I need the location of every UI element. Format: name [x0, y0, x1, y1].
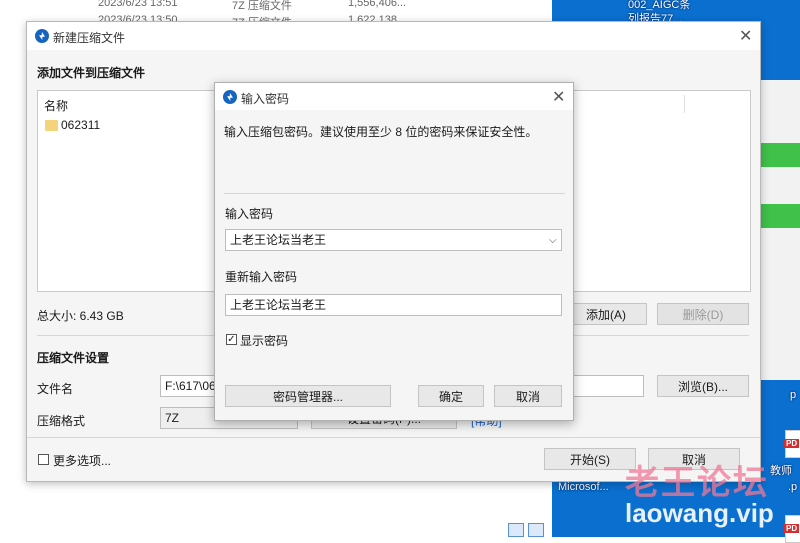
close-icon[interactable]: ✕	[552, 87, 565, 107]
bg-size-1: 1,556,406...	[348, 0, 407, 9]
password-input[interactable]: 上老王论坛当老王	[225, 229, 562, 251]
password-manager-button[interactable]: 密码管理器...	[225, 385, 391, 407]
browse-button[interactable]: 浏览(B)...	[657, 375, 749, 397]
show-password-checkbox[interactable]: ✓	[226, 334, 237, 345]
column-header-name[interactable]: 名称	[44, 97, 68, 114]
pdf-file-icon[interactable]: PD	[784, 430, 800, 458]
close-icon[interactable]: ✕	[739, 26, 752, 46]
watermark-url: laowang.vip	[625, 498, 774, 528]
desktop-label-3[interactable]: Microsof...	[558, 481, 609, 493]
ok-button[interactable]: 确定	[418, 385, 484, 407]
details-view-icon[interactable]	[508, 523, 524, 537]
bandizip-app-icon	[223, 90, 237, 104]
reenter-password-input[interactable]: 上老王论坛当老王	[225, 294, 562, 316]
title-bar[interactable]: 输入密码 ✕	[215, 83, 573, 110]
bg-type-1: 7Z 压缩文件	[232, 0, 292, 12]
more-options-label[interactable]: 更多选项...	[53, 452, 111, 469]
large-icons-view-icon[interactable]	[528, 523, 544, 537]
desktop-label-5[interactable]: .p	[788, 481, 797, 493]
desktop-label-6[interactable]: p	[790, 389, 796, 401]
view-toggle[interactable]	[508, 523, 546, 537]
enter-password-label: 输入密码	[225, 207, 274, 221]
start-button[interactable]: 开始(S)	[544, 448, 636, 470]
progress-bar-1	[760, 143, 800, 167]
archive-settings-heading: 压缩文件设置	[37, 351, 110, 365]
file-item-name[interactable]: 062311	[61, 118, 100, 132]
reenter-password-label: 重新输入密码	[225, 270, 298, 284]
column-divider	[684, 95, 685, 113]
divider	[224, 193, 565, 194]
divider	[27, 437, 760, 438]
bandizip-app-icon	[35, 29, 49, 43]
format-label: 压缩格式	[37, 414, 86, 428]
password-dialog: 输入密码 ✕ 输入压缩包密码。建议使用至少 8 位的密码来保证安全性。 输入密码…	[214, 82, 574, 421]
password-description: 输入压缩包密码。建议使用至少 8 位的密码来保证安全性。	[224, 125, 538, 139]
chevron-down-icon[interactable]: ⌵	[549, 235, 567, 246]
background-window-panel	[760, 80, 800, 380]
total-size: 总大小: 6.43 GB	[37, 309, 124, 323]
add-files-heading: 添加文件到压缩文件	[37, 66, 146, 80]
dialog-title: 新建压缩文件	[53, 31, 126, 45]
password-cancel-button[interactable]: 取消	[494, 385, 562, 407]
more-options-checkbox[interactable]	[38, 454, 49, 465]
password-dialog-title: 输入密码	[241, 92, 290, 106]
desktop-label-4[interactable]: 教师	[770, 462, 792, 478]
add-button[interactable]: 添加(A)	[565, 303, 647, 325]
show-password-label[interactable]: 显示密码	[240, 332, 288, 349]
delete-button[interactable]: 删除(D)	[657, 303, 749, 325]
progress-bar-2	[760, 204, 800, 228]
filename-label: 文件名	[37, 382, 74, 396]
watermark-text: 老王论坛	[625, 464, 769, 502]
title-bar[interactable]: 新建压缩文件 ✕	[27, 22, 760, 50]
bg-date-1: 2023/6/23 13:51	[98, 0, 178, 9]
folder-icon	[45, 120, 58, 131]
pdf-file-icon[interactable]: PD	[784, 515, 800, 543]
